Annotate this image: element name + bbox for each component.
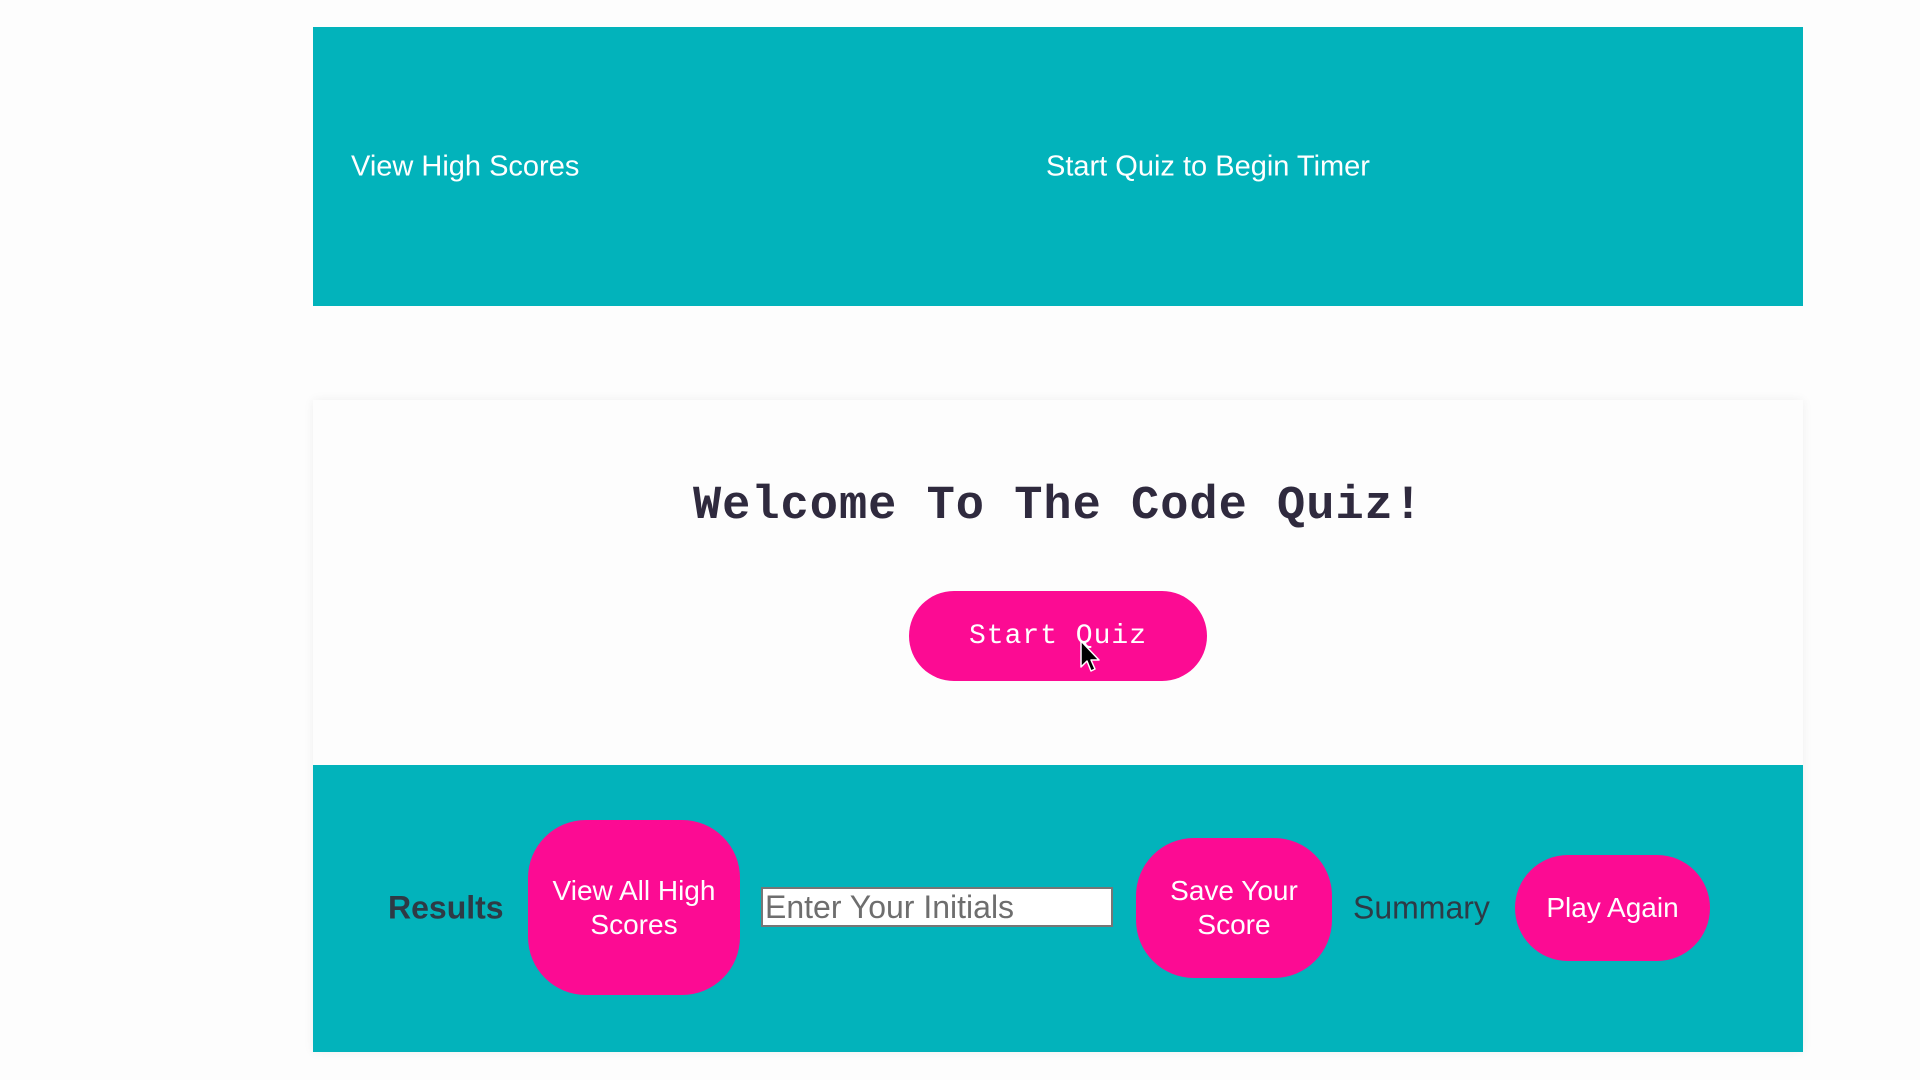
view-all-high-scores-button[interactable]: View All High Scores <box>528 820 740 995</box>
results-label: Results <box>388 889 504 926</box>
summary-label: Summary <box>1353 889 1490 926</box>
timer-text: Start Quiz to Begin Timer <box>1046 150 1370 182</box>
page-title: Welcome To The Code Quiz! <box>692 480 1424 533</box>
initials-input[interactable] <box>761 887 1113 927</box>
save-score-button[interactable]: Save Your Score <box>1136 838 1332 978</box>
quiz-card: Welcome To The Code Quiz! Start Quiz Res… <box>313 400 1803 1052</box>
page: View High Scores Start Quiz to Begin Tim… <box>0 0 1920 1080</box>
play-again-button[interactable]: Play Again <box>1515 855 1710 961</box>
results-bar: Results View All High Scores Save Your S… <box>313 765 1803 1052</box>
start-quiz-button[interactable]: Start Quiz <box>909 591 1207 681</box>
view-high-scores-link[interactable]: View High Scores <box>351 150 579 183</box>
header-bar: View High Scores Start Quiz to Begin Tim… <box>313 27 1803 306</box>
